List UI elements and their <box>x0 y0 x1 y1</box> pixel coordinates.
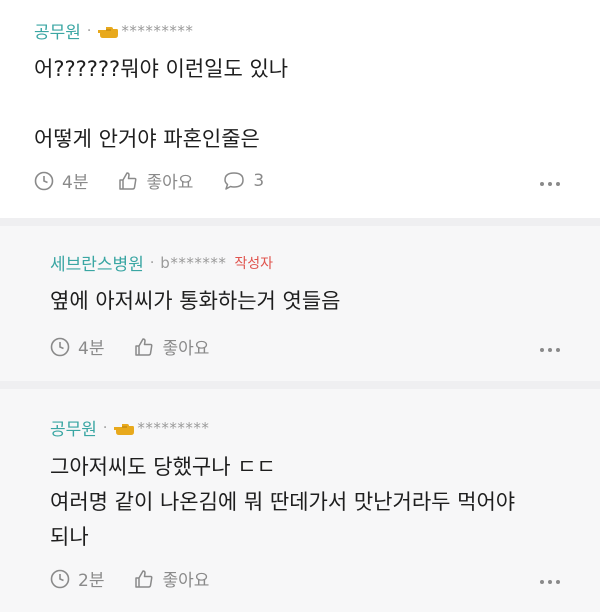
time-item: 4분 <box>34 168 88 193</box>
author-name[interactable]: 공무원 <box>50 415 97 440</box>
clock-icon <box>50 337 70 356</box>
reply-button[interactable]: 3 <box>223 171 264 191</box>
comment-time: 2분 <box>78 571 105 591</box>
comment-meta: 공무원 · ********* <box>50 415 210 441</box>
divider <box>0 218 600 226</box>
thumbs-up-icon <box>135 337 153 356</box>
time-item: 4분 <box>50 334 104 359</box>
separator-dot: · <box>86 22 92 39</box>
masked-user-id: b******* <box>160 253 227 272</box>
more-options-button[interactable] <box>540 348 560 352</box>
comment-body: 어??????뭐야 이런일도 있나 어떻게 안거야 파혼인줄은 <box>34 57 289 151</box>
comment-actions: 4분 좋아요 <box>50 334 239 359</box>
comment-actions: 2분 좋아요 <box>50 566 239 591</box>
comment-actions: 4분 좋아요 3 <box>34 168 294 193</box>
comment-time: 4분 <box>78 339 105 359</box>
op-badge: 작성자 <box>234 255 273 272</box>
like-button[interactable]: 좋아요 <box>134 566 209 591</box>
time-item: 2분 <box>50 566 104 591</box>
hand-pointing-icon <box>113 421 135 435</box>
reply-comment-1: 세브란스병원 · b******* 작성자 옆에 아저씨가 통화하는거 엿들음 … <box>0 226 600 381</box>
like-button[interactable]: 좋아요 <box>118 168 193 193</box>
like-label: 좋아요 <box>162 571 210 591</box>
divider <box>0 381 600 389</box>
hand-pointing-icon <box>97 24 119 38</box>
clock-icon <box>50 569 70 588</box>
like-button[interactable]: 좋아요 <box>134 334 209 359</box>
reply-comment-2: 공무원 · ********* 그아저씨도 당했구나 ㄷㄷ 여러명 같이 나온김… <box>0 389 600 612</box>
comment-1: 공무원 · ********* 어??????뭐야 이런일도 있나 어떻게 안거… <box>0 0 600 218</box>
author-name[interactable]: 세브란스병원 <box>50 250 144 275</box>
separator-dot: · <box>102 419 108 436</box>
like-label: 좋아요 <box>146 173 194 193</box>
author-name[interactable]: 공무원 <box>34 18 81 43</box>
clock-icon <box>34 171 54 190</box>
masked-user-id: ********* <box>121 21 194 40</box>
comment-body: 옆에 아저씨가 통화하는거 엿들음 <box>50 289 341 313</box>
like-label: 좋아요 <box>162 339 210 359</box>
comment-meta: 세브란스병원 · b******* 작성자 <box>50 250 273 276</box>
comment-body: 그아저씨도 당했구나 ㄷㄷ 여러명 같이 나온김에 뭐 딴데가서 맛난거라두 먹… <box>50 455 516 549</box>
more-options-button[interactable] <box>540 182 560 186</box>
reply-count: 3 <box>253 170 265 191</box>
masked-user-id: ********* <box>137 418 210 437</box>
separator-dot: · <box>149 254 155 271</box>
speech-bubble-icon <box>224 171 245 190</box>
more-options-button[interactable] <box>540 580 560 584</box>
thumbs-up-icon <box>135 569 153 588</box>
comment-time: 4분 <box>62 173 89 193</box>
thumbs-up-icon <box>119 171 137 190</box>
comment-meta: 공무원 · ********* <box>34 18 194 44</box>
